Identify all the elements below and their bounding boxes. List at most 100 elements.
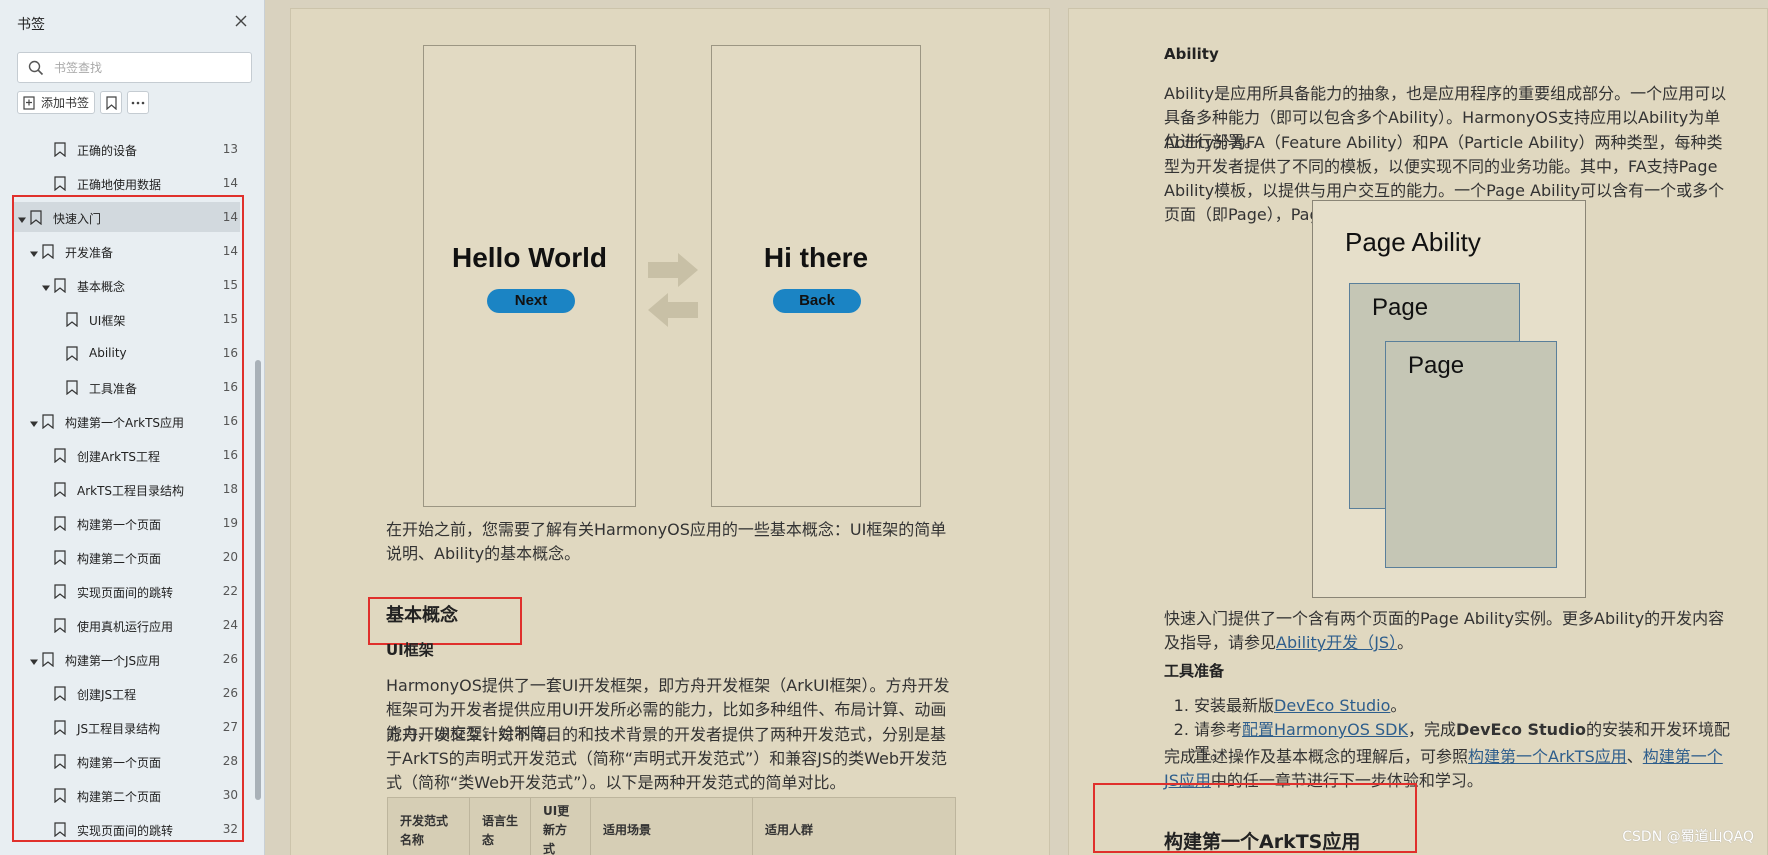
bookmark-item[interactable]: 构建第一个页面 19	[14, 508, 240, 538]
bookmark-item[interactable]: 正确地使用数据 14	[14, 168, 240, 198]
heading-ui-framework: UI框架	[386, 641, 434, 659]
heading-ability: Ability	[1164, 45, 1219, 63]
bookmark-search[interactable]	[17, 52, 252, 83]
search-input[interactable]	[54, 58, 244, 78]
text-span: 中的任一章节进行下一步体验和学习。	[1210, 771, 1483, 790]
bookmark-item[interactable]: 创建JS工程 26	[14, 678, 240, 708]
caret-down-icon[interactable]	[42, 281, 50, 291]
bookmark-item[interactable]: 构建第一个页面 28	[14, 746, 240, 776]
bookmark-item[interactable]: 构建第一个ArkTS应用 16	[14, 406, 240, 436]
caret-down-icon[interactable]	[18, 213, 26, 223]
bookmark-icon-button[interactable]	[100, 91, 122, 114]
close-icon[interactable]	[232, 12, 250, 30]
add-bookmark-button[interactable]: 添加书签	[17, 91, 95, 114]
bookmark-page-number: 14	[222, 244, 238, 258]
bookmark-icon	[30, 210, 42, 226]
bookmark-item[interactable]: 实现页面间的跳转 32	[14, 814, 240, 844]
bookmark-item[interactable]: 快速入门 14	[14, 202, 240, 232]
bookmark-item[interactable]: 创建ArkTS工程 16	[14, 440, 240, 470]
bookmark-item[interactable]: Ability 16	[14, 338, 240, 368]
text-span: ，完成	[1407, 720, 1456, 739]
text-span: 。	[1397, 633, 1414, 652]
bookmark-icon	[54, 618, 66, 634]
more-icon	[131, 101, 145, 105]
page-card-label: Page	[1408, 352, 1465, 379]
bookmark-label: 工具准备	[89, 382, 138, 396]
bookmark-icon	[54, 278, 66, 294]
bookmark-item[interactable]: UI框架 15	[14, 304, 240, 334]
bookmark-icon	[66, 346, 78, 362]
bookmark-item[interactable]: 工具准备 16	[14, 372, 240, 402]
sidebar-title: 书签	[17, 17, 45, 33]
bookmark-label: ArkTS工程目录结构	[77, 484, 185, 498]
text-span: 安装最新版	[1194, 696, 1275, 715]
bookmark-item[interactable]: 正确的设备 13	[14, 134, 240, 164]
text-span: 快速入门提供了一个含有两个页面的Page Ability实例。更多Ability…	[1164, 609, 1725, 652]
bookmark-label: 构建第二个页面	[77, 552, 162, 566]
bookmark-label: 实现页面间的跳转	[77, 586, 174, 600]
bookmark-page-number: 16	[222, 448, 238, 462]
heading-build-arkts: 构建第一个ArkTS应用	[1164, 831, 1361, 853]
bookmark-page-number: 15	[222, 278, 238, 292]
bookmark-page-number: 13	[222, 142, 238, 156]
deveco-studio-link[interactable]: DevEco Studio	[1274, 696, 1390, 715]
text-span: 请参考	[1194, 720, 1243, 739]
bookmark-icon	[54, 142, 66, 158]
bookmark-page-number: 32	[222, 822, 238, 836]
sdk-config-link[interactable]: 配置HarmonyOS SDK	[1242, 720, 1408, 739]
bookmark-item[interactable]: 基本概念 15	[14, 270, 240, 300]
next-button[interactable]: Next	[487, 289, 575, 313]
page-ability-diagram: Page Ability Page Page	[1312, 200, 1586, 598]
bookmark-page-number: 28	[222, 754, 238, 768]
caret-down-icon[interactable]	[30, 655, 38, 665]
bookmark-label: 构建第一个JS应用	[65, 654, 161, 668]
bookmark-item[interactable]: 构建第二个页面 30	[14, 780, 240, 810]
bookmark-item[interactable]: ArkTS工程目录结构 18	[14, 474, 240, 504]
navigation-arrows-icon	[648, 253, 698, 327]
arkts-app-link[interactable]: 构建第一个ArkTS应用	[1468, 747, 1627, 766]
caret-down-icon[interactable]	[30, 417, 38, 427]
bookmark-icon	[54, 448, 66, 464]
bookmark-label: 开发准备	[65, 246, 114, 260]
table-header-row: 开发范式名称 语言生态 UI更新方式 适用场景 适用人群	[387, 797, 956, 855]
more-button[interactable]	[127, 91, 149, 114]
back-button[interactable]: Back	[773, 289, 861, 313]
bookmark-tree: 正确的设备 13 正确地使用数据 14 快速入门 14 开发准备 14 基本概念 15 UI框架 15…	[14, 130, 246, 855]
bookmark-page-number: 30	[222, 788, 238, 802]
bookmark-page-number: 14	[222, 210, 238, 224]
bookmark-item[interactable]: 实现页面间的跳转 22	[14, 576, 240, 606]
ability-dev-link[interactable]: Ability开发（JS）	[1276, 633, 1397, 652]
bookmark-page-number: 26	[222, 652, 238, 666]
bookmark-item[interactable]: 构建第二个页面 20	[14, 542, 240, 572]
bold-text: DevEco Studio	[1455, 720, 1586, 739]
page-card-2: Page	[1385, 341, 1557, 568]
table-header-cell: 开发范式名称	[387, 797, 470, 855]
bookmark-label: 使用真机运行应用	[77, 620, 174, 634]
bookmark-label: 构建第二个页面	[77, 790, 162, 804]
bookmark-label: 构建第一个页面	[77, 756, 162, 770]
heading-tools: 工具准备	[1164, 662, 1225, 680]
text-span: 、	[1626, 747, 1643, 766]
bookmark-item[interactable]: 开发准备 14	[14, 236, 240, 266]
bookmark-icon	[54, 482, 66, 498]
bookmark-page-number: 22	[222, 584, 238, 598]
bookmark-label: 构建第一个页面	[77, 518, 162, 532]
bookmark-icon	[42, 414, 54, 430]
bookmark-icon	[42, 652, 54, 668]
diagram-title: Page Ability	[1345, 227, 1481, 257]
paradigm-comparison-table: 开发范式名称 语言生态 UI更新方式 适用场景 适用人群	[387, 797, 956, 855]
bookmark-item[interactable]: 构建第一个JS应用 26	[14, 644, 240, 674]
sidebar-scrollbar[interactable]	[255, 360, 261, 800]
bookmark-item[interactable]: 使用真机运行应用 24	[14, 610, 240, 640]
quickstart-paragraph: 快速入门提供了一个含有两个页面的Page Ability实例。更多Ability…	[1164, 605, 1736, 653]
bookmark-page-number: 24	[222, 618, 238, 632]
caret-down-icon[interactable]	[30, 247, 38, 257]
bookmark-label: UI框架	[89, 314, 126, 328]
bookmark-page-number: 16	[222, 380, 238, 394]
bookmark-page-number: 15	[222, 312, 238, 326]
bookmark-page-number: 19	[222, 516, 238, 530]
text-span: 完成上述操作及基本概念的理解后，可参照	[1164, 747, 1469, 766]
bookmark-icon	[105, 95, 117, 110]
bookmark-label: JS工程目录结构	[77, 722, 161, 736]
bookmark-item[interactable]: JS工程目录结构 27	[14, 712, 240, 742]
